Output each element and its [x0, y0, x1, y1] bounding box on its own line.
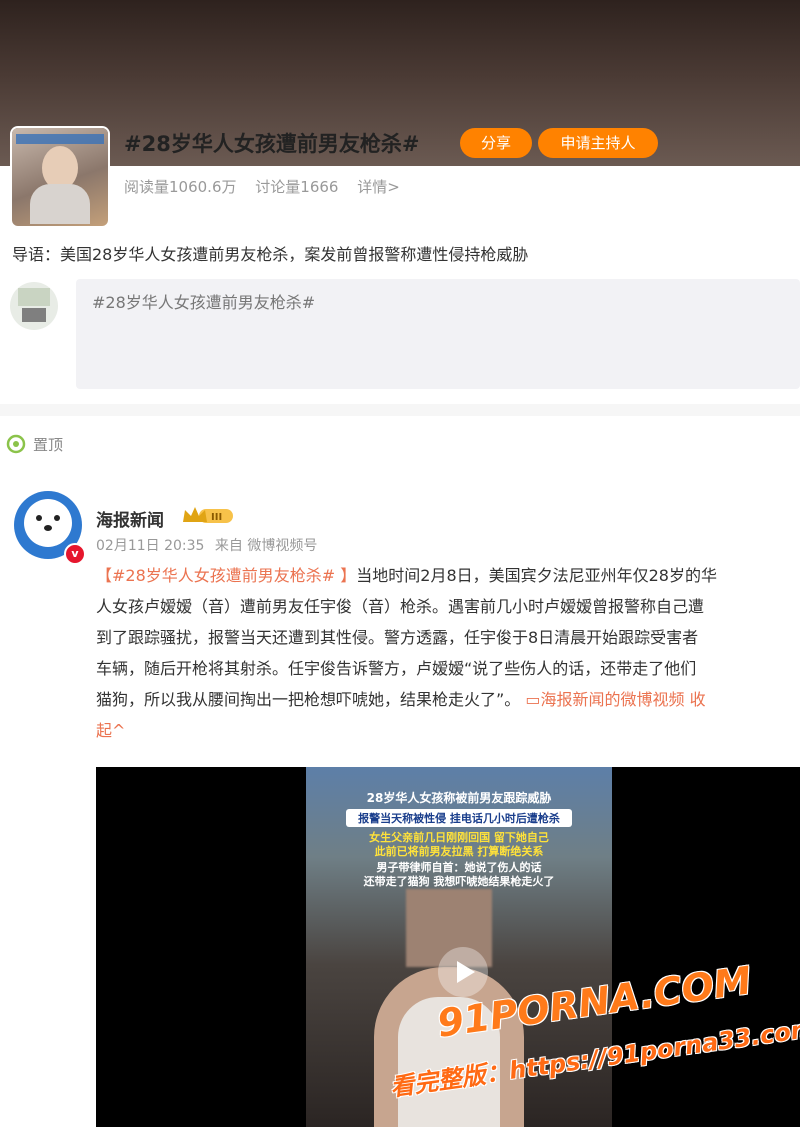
post-line-2: 人女孩卢嫒嫒（音）遭前男友任宇俊（音）枪杀。遇害前几小时卢嫒嫒曾报警称自己遭: [96, 597, 705, 616]
comment-input[interactable]: #28岁华人女孩遭前男友枪杀#: [76, 279, 800, 389]
video-caption: 还带走了猫狗 我想吓唬她结果枪走火了: [363, 875, 555, 888]
read-count: 阅读量1060.6万: [124, 178, 237, 196]
topic-guide: 导语：美国28岁华人女孩遭前男友枪杀，案发前曾报警称遭性侵持枪威胁: [12, 245, 529, 264]
video-source-link[interactable]: 海报新闻的微博视频: [541, 690, 685, 709]
pinned-label: 置顶: [33, 436, 64, 454]
post-line-3: 到了跟踪骚扰，报警当天还遭到其性侵。警方透露，任宇俊于8日清晨开始跟踪受害者: [96, 628, 699, 647]
section-divider: [0, 404, 800, 416]
collapse-link-end[interactable]: 起^: [96, 715, 800, 746]
post-source: 来自 微博视频号: [214, 538, 318, 554]
current-user-avatar: [10, 282, 58, 330]
video-link-icon: ▭: [525, 690, 541, 709]
video-caption: 报警当天称被性侵 挂电话几小时后遭枪杀: [346, 809, 572, 827]
comment-input-text: #28岁华人女孩遭前男友枪杀#: [92, 293, 316, 312]
verified-icon: v: [64, 543, 86, 565]
chevron-up-icon: ^: [112, 721, 126, 740]
pin-icon: [6, 434, 26, 454]
discuss-count: 讨论量1666: [255, 178, 339, 196]
post-meta: 02月11日 20:35 来自 微博视频号: [96, 535, 323, 555]
topic-thumbnail: [12, 128, 108, 226]
share-button[interactable]: 分享: [460, 128, 532, 158]
topic-stats: 阅读量1060.6万 讨论量1666 详情>: [124, 176, 414, 197]
author-name[interactable]: 海报新闻: [96, 506, 164, 531]
post-text: 【#28岁华人女孩遭前男友枪杀# 】当地时间2月8日，美国宾夕法尼亚州年仅28岁…: [96, 560, 800, 746]
apply-host-button[interactable]: 申请主持人: [538, 128, 658, 158]
topic-title: #28岁华人女孩遭前男友枪杀#: [124, 132, 420, 156]
video-caption: 此前已将前男友拉黑 打算断绝关系: [374, 845, 544, 858]
crown-badge-icon: III: [183, 507, 233, 523]
collapse-link[interactable]: 收: [690, 690, 706, 709]
details-link[interactable]: 详情>: [357, 178, 400, 196]
post-line-1: 【#28岁华人女孩遭前男友枪杀# 】当地时间2月8日，美国宾夕法尼亚州年仅28岁…: [96, 566, 717, 585]
post-line-4: 车辆，随后开枪将其射杀。任宇俊告诉警方，卢嫒嫒“说了些伤人的话，还带走了他们: [96, 659, 697, 678]
video-caption: 28岁华人女孩称被前男友跟踪威胁: [366, 791, 552, 805]
crown-level: III: [211, 512, 222, 523]
topic-hashtag-link[interactable]: 【#28岁华人女孩遭前男友枪杀# 】: [96, 566, 356, 585]
post-line-5: 猫狗，所以我从腰间掏出一把枪想吓唬她，结果枪走火了”。 ▭海报新闻的微博视频 收: [96, 690, 706, 709]
play-icon[interactable]: [438, 947, 488, 997]
post-time[interactable]: 02月11日 20:35: [96, 538, 204, 554]
